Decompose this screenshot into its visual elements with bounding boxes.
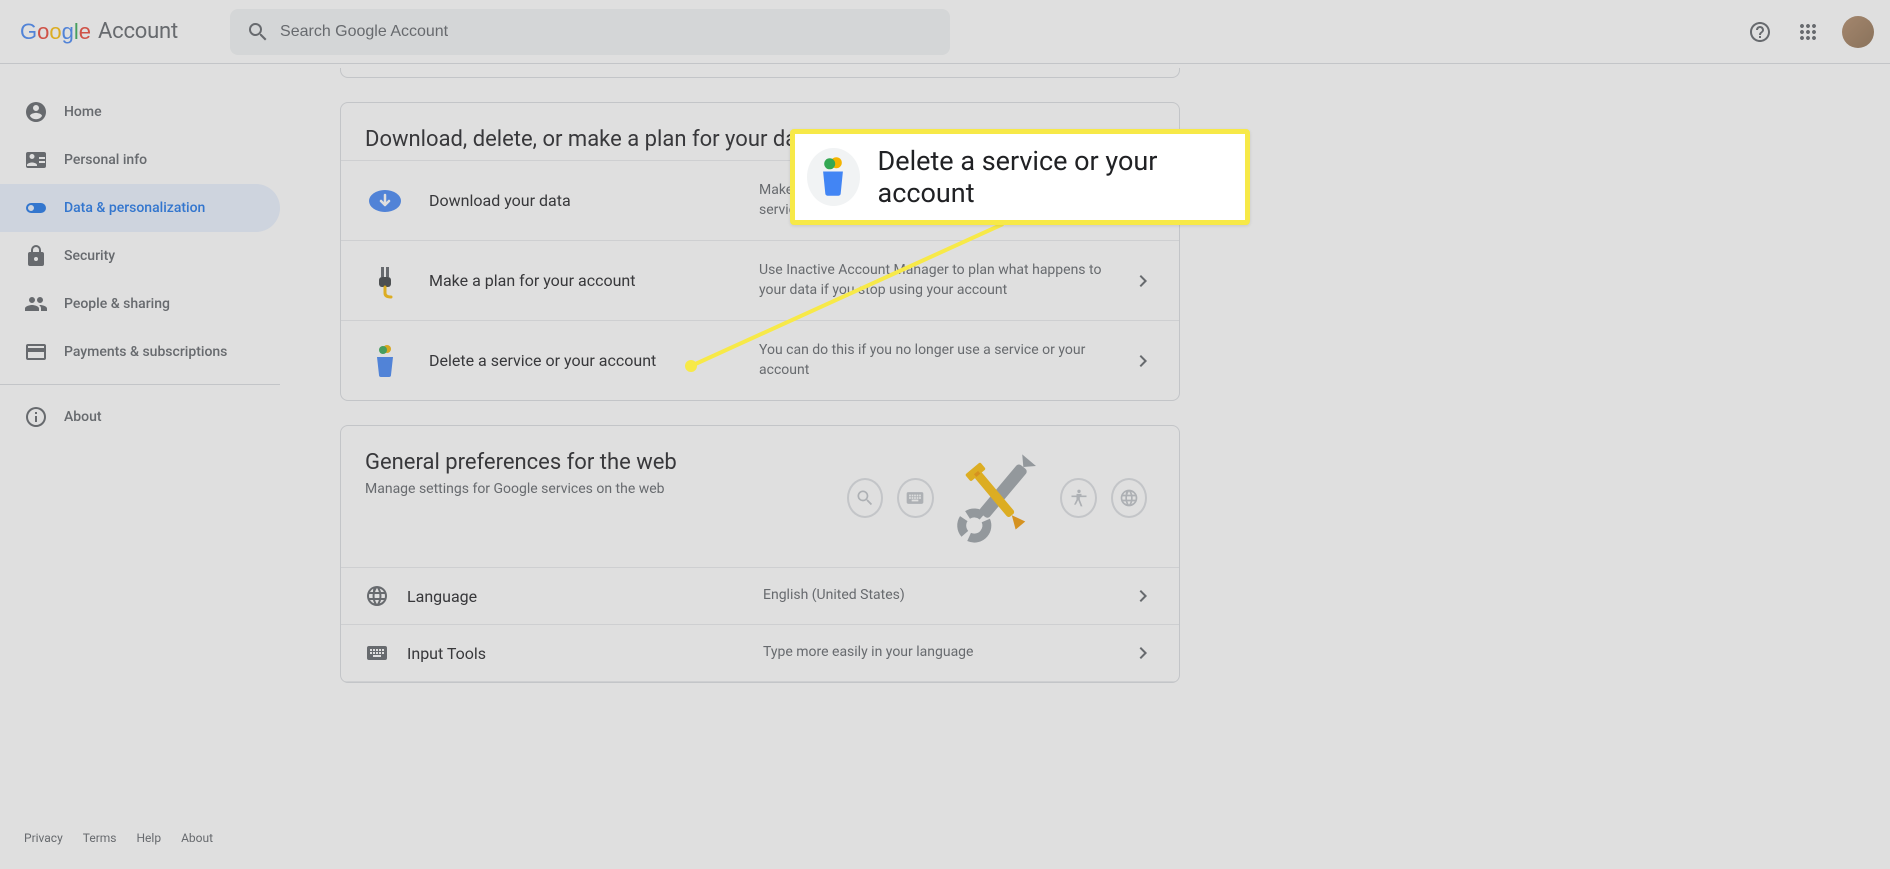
- nav-label: Data & personalization: [64, 200, 205, 216]
- trash-user-icon: [365, 341, 405, 381]
- lock-icon: [24, 244, 48, 268]
- row-value: English (United States): [763, 586, 1131, 606]
- row-delete-service[interactable]: Delete a service or your account You can…: [341, 320, 1179, 400]
- chevron-right-icon: [1131, 641, 1155, 665]
- google-account-logo[interactable]: Google Account: [20, 19, 178, 44]
- row-label: Input Tools: [407, 644, 763, 663]
- search-input[interactable]: [280, 23, 944, 41]
- download-cloud-icon: [365, 181, 405, 221]
- nav-data-personalization[interactable]: Data & personalization: [0, 184, 280, 232]
- annotation-callout: Delete a service or your account: [790, 129, 1250, 225]
- row-value: Type more easily in your language: [763, 643, 1131, 663]
- card-title: General preferences for the web: [365, 450, 1155, 475]
- card-subtitle: Manage settings for Google services on t…: [365, 481, 1155, 497]
- row-language[interactable]: Language English (United States): [341, 567, 1179, 624]
- search-button[interactable]: [236, 10, 280, 54]
- globe-icon: [365, 584, 389, 608]
- keyboard-icon: [365, 641, 389, 665]
- account-avatar[interactable]: [1842, 16, 1874, 48]
- footer-links: Privacy Terms Help About: [0, 815, 280, 869]
- nav-payments[interactable]: Payments & subscriptions: [0, 328, 280, 376]
- app-header: Google Account: [0, 0, 1890, 64]
- apps-button[interactable]: [1788, 12, 1828, 52]
- footer-about[interactable]: About: [181, 831, 213, 845]
- nav-label: About: [64, 409, 102, 425]
- help-icon: [1748, 20, 1772, 44]
- apps-grid-icon: [1796, 20, 1820, 44]
- nav-security[interactable]: Security: [0, 232, 280, 280]
- info-icon: [24, 405, 48, 429]
- chevron-right-icon: [1131, 349, 1155, 373]
- product-name: Account: [98, 19, 178, 44]
- plug-icon: [365, 261, 405, 301]
- chevron-right-icon: [1131, 584, 1155, 608]
- search-icon: [246, 20, 270, 44]
- nav-personal-info[interactable]: Personal info: [0, 136, 280, 184]
- people-icon: [24, 292, 48, 316]
- google-logo-icon: Google: [20, 20, 94, 44]
- row-label: Make a plan for your account: [429, 271, 759, 290]
- nav-label: Security: [64, 248, 115, 264]
- nav-divider: [0, 384, 280, 385]
- card-general-preferences: General preferences for the web Manage s…: [340, 425, 1180, 683]
- nav-about[interactable]: About: [0, 393, 280, 441]
- footer-help[interactable]: Help: [137, 831, 162, 845]
- nav-home[interactable]: Home: [0, 88, 280, 136]
- row-description: Use Inactive Account Manager to plan wha…: [759, 261, 1131, 300]
- chevron-right-icon: [1131, 269, 1155, 293]
- card-icon: [24, 340, 48, 364]
- svg-text:Google: Google: [20, 20, 91, 44]
- trash-user-icon: [807, 148, 860, 206]
- callout-text: Delete a service or your account: [878, 145, 1225, 209]
- row-description: You can do this if you no longer use a s…: [759, 341, 1131, 380]
- footer-terms[interactable]: Terms: [83, 831, 117, 845]
- row-label: Download your data: [429, 191, 759, 210]
- sidebar: Home Personal info Data & personalizatio…: [0, 64, 280, 869]
- toggle-icon: [24, 196, 48, 220]
- home-icon: [24, 100, 48, 124]
- search-bar[interactable]: [230, 9, 950, 55]
- nav-label: Personal info: [64, 152, 147, 168]
- id-card-icon: [24, 148, 48, 172]
- nav-label: People & sharing: [64, 296, 170, 312]
- row-label: Delete a service or your account: [429, 351, 759, 370]
- header-right: [1740, 12, 1874, 52]
- row-make-plan[interactable]: Make a plan for your account Use Inactiv…: [341, 240, 1179, 320]
- footer-privacy[interactable]: Privacy: [24, 831, 63, 845]
- help-button[interactable]: [1740, 12, 1780, 52]
- row-input-tools[interactable]: Input Tools Type more easily in your lan…: [341, 624, 1179, 681]
- row-label: Language: [407, 587, 763, 606]
- nav-label: Home: [64, 104, 102, 120]
- nav-people-sharing[interactable]: People & sharing: [0, 280, 280, 328]
- nav-label: Payments & subscriptions: [64, 344, 227, 360]
- previous-card-edge: [340, 68, 1180, 78]
